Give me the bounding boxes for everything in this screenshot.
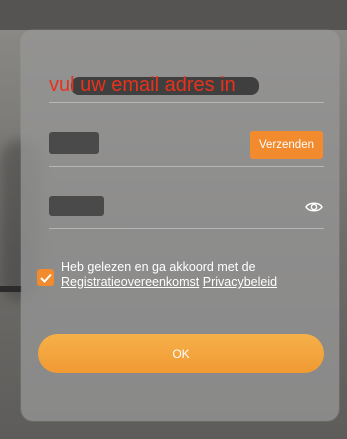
agreement-text: Heb gelezen en ga akkoord met de Registr… bbox=[61, 260, 331, 290]
ok-button[interactable]: OK bbox=[38, 334, 324, 373]
email-placeholder: vul uw email adres in bbox=[49, 74, 236, 96]
password-divider bbox=[49, 228, 324, 229]
verification-code-field[interactable] bbox=[49, 132, 99, 154]
privacy-policy-link[interactable]: Privacybeleid bbox=[203, 275, 277, 289]
registration-agreement-link[interactable]: Registratieovereenkomst bbox=[61, 275, 199, 289]
registration-dialog: vul uw email adres in Verzenden Heb gele… bbox=[21, 30, 339, 421]
email-divider bbox=[49, 102, 324, 103]
check-icon bbox=[39, 273, 52, 283]
background-mark bbox=[0, 286, 22, 292]
code-divider bbox=[49, 166, 324, 167]
send-code-button[interactable]: Verzenden bbox=[250, 131, 323, 159]
eye-icon[interactable] bbox=[305, 200, 323, 214]
email-field[interactable]: vul uw email adres in bbox=[49, 70, 313, 100]
agreement-label: Heb gelezen en ga akkoord met de bbox=[61, 260, 256, 274]
agree-checkbox[interactable] bbox=[37, 269, 54, 286]
background-top bbox=[0, 0, 347, 30]
password-field[interactable] bbox=[49, 196, 104, 216]
